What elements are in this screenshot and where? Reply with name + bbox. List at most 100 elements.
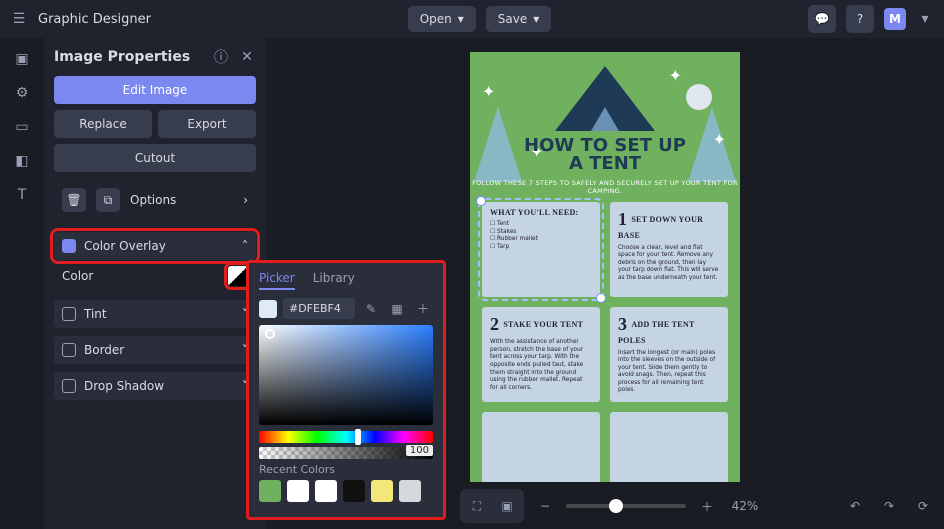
sparkle-icon: ✦ xyxy=(482,82,495,101)
comment-icon: 💬 xyxy=(815,12,830,26)
replace-button[interactable]: Replace xyxy=(54,110,152,138)
chevron-up-icon: ˄ xyxy=(242,239,248,253)
feedback-button[interactable]: 💬 xyxy=(808,5,836,33)
avatar-initial: M xyxy=(889,12,901,26)
top-bar: ☰ Graphic Designer Open ▾ Save ▾ 💬 ? M ▾ xyxy=(0,0,944,38)
tint-label: Tint xyxy=(84,307,234,321)
recent-swatch[interactable] xyxy=(343,480,365,502)
tint-checkbox[interactable] xyxy=(62,307,76,321)
border-label: Border xyxy=(84,343,234,357)
card-step-5[interactable] xyxy=(610,412,728,482)
card-body: ☐ Tent ☐ Stakes ☐ Rubber mallet ☐ Tarp xyxy=(490,221,592,251)
dropshadow-checkbox[interactable] xyxy=(62,379,76,393)
sv-handle[interactable] xyxy=(265,329,275,339)
recent-swatch[interactable] xyxy=(259,480,281,502)
help-icon: ? xyxy=(857,12,863,26)
tent-flap-graphic xyxy=(591,107,619,131)
recent-swatch[interactable] xyxy=(371,480,393,502)
hamburger-icon[interactable]: ☰ xyxy=(10,10,28,28)
save-menu[interactable]: Save ▾ xyxy=(486,6,552,32)
undo-icon[interactable]: ↶ xyxy=(842,493,868,519)
color-overlay-label: Color Overlay xyxy=(84,239,234,253)
sparkle-icon: ✦ xyxy=(669,66,682,85)
recent-swatch[interactable] xyxy=(315,480,337,502)
chevron-down-icon: ▾ xyxy=(458,12,464,26)
add-icon[interactable]: ＋ xyxy=(413,299,433,319)
zoom-out-icon[interactable]: − xyxy=(532,493,558,519)
dropshadow-label: Drop Shadow xyxy=(84,379,234,393)
card-body: With the assistance of another person, s… xyxy=(490,339,592,392)
alpha-value: 100 xyxy=(406,445,433,456)
close-icon[interactable]: ✕ xyxy=(238,48,256,66)
card-body: Insert the longest (or main) poles into … xyxy=(618,350,720,395)
card-heading: STAKE YOUR TENT xyxy=(490,313,592,336)
color-swatch-button[interactable] xyxy=(228,266,248,286)
card-heading: SET DOWN YOUR BASE xyxy=(618,208,720,242)
properties-panel: Image Properties ⓘ ✕ Edit Image Replace … xyxy=(44,38,266,529)
chevron-down-icon: ▾ xyxy=(533,12,539,26)
card-needs[interactable]: WHAT YOU'LL NEED: ☐ Tent ☐ Stakes ☐ Rubb… xyxy=(482,202,600,297)
card-heading: ADD THE TENT POLES xyxy=(618,313,720,347)
doc-title: HOW TO SET UP A TENT xyxy=(470,137,740,173)
edit-image-button[interactable]: Edit Image xyxy=(54,76,256,104)
zoom-handle[interactable] xyxy=(609,499,623,513)
moon-graphic xyxy=(686,84,712,110)
fit-icon[interactable]: ▣ xyxy=(494,493,520,519)
card-step-2[interactable]: STAKE YOUR TENT With the assistance of a… xyxy=(482,307,600,402)
library-tab[interactable]: Library xyxy=(313,271,355,290)
doc-subtitle: FOLLOW THESE 7 STEPS TO SAFELY AND SECUR… xyxy=(470,179,740,195)
card-body: Choose a clear, level and flat space for… xyxy=(618,245,720,283)
card-step-4[interactable] xyxy=(482,412,600,482)
color-label: Color xyxy=(62,269,93,283)
open-menu[interactable]: Open ▾ xyxy=(408,6,476,32)
duplicate-icon[interactable]: ⧉ xyxy=(96,188,120,212)
redo-icon[interactable]: ↷ xyxy=(876,493,902,519)
bottom-toolbar: ⛶ ▣ − ＋ 42% ↶ ↷ ⟳ xyxy=(460,489,936,523)
doc-title-l2: A TENT xyxy=(470,155,740,173)
hue-slider[interactable] xyxy=(259,431,433,443)
tint-section[interactable]: Tint ˅ xyxy=(54,300,256,328)
color-overlay-section[interactable]: Color Overlay ˄ xyxy=(54,232,256,260)
options-row[interactable]: 🗑 ⧉ Options › xyxy=(54,182,256,218)
zoom-slider[interactable] xyxy=(566,504,686,508)
recent-swatch[interactable] xyxy=(287,480,309,502)
options-label: Options xyxy=(130,193,233,207)
info-icon[interactable]: ⓘ xyxy=(212,48,230,66)
card-heading: WHAT YOU'LL NEED: xyxy=(490,208,592,218)
history-icon[interactable]: ⟳ xyxy=(910,493,936,519)
app-title: Graphic Designer xyxy=(38,12,151,27)
border-section[interactable]: Border ˅ xyxy=(54,336,256,364)
hex-input[interactable] xyxy=(283,298,355,319)
avatar[interactable]: M xyxy=(884,8,906,30)
panel-title: Image Properties xyxy=(54,49,204,65)
shapes-tool-icon[interactable]: ◧ xyxy=(13,152,31,170)
adjust-tool-icon[interactable]: ⚙ xyxy=(13,84,31,102)
cutout-button[interactable]: Cutout xyxy=(54,144,256,172)
color-overlay-checkbox[interactable] xyxy=(62,239,76,253)
color-picker-popup: Picker Library ✎ ▦ ＋ 100 Recent Colors xyxy=(246,260,446,520)
document-page[interactable]: ✦ ✦ ✦ ✦ HOW TO SET UP A TENT FOLLOW THES… xyxy=(470,52,740,482)
grid-icon[interactable]: ▦ xyxy=(387,299,407,319)
fullscreen-icon[interactable]: ⛶ xyxy=(464,493,490,519)
zoom-in-icon[interactable]: ＋ xyxy=(694,493,720,519)
recent-colors xyxy=(259,480,433,502)
page-tool-icon[interactable]: ▭ xyxy=(13,118,31,136)
text-tool-icon[interactable]: T xyxy=(13,186,31,204)
trash-icon[interactable]: 🗑 xyxy=(62,188,86,212)
card-step-1[interactable]: SET DOWN YOUR BASE Choose a clear, level… xyxy=(610,202,728,297)
border-checkbox[interactable] xyxy=(62,343,76,357)
dropshadow-section[interactable]: Drop Shadow ˅ xyxy=(54,372,256,400)
card-step-3[interactable]: ADD THE TENT POLES Insert the longest (o… xyxy=(610,307,728,402)
alpha-slider[interactable]: 100 xyxy=(259,447,433,459)
tool-rail: ▣ ⚙ ▭ ◧ T xyxy=(0,38,44,529)
recent-swatch[interactable] xyxy=(399,480,421,502)
hue-handle[interactable] xyxy=(355,429,361,445)
eyedropper-icon[interactable]: ✎ xyxy=(361,299,381,319)
help-button[interactable]: ? xyxy=(846,5,874,33)
zoom-value: 42% xyxy=(728,499,762,513)
image-tool-icon[interactable]: ▣ xyxy=(13,50,31,68)
chevron-down-icon[interactable]: ▾ xyxy=(916,10,934,28)
export-button[interactable]: Export xyxy=(158,110,256,138)
saturation-field[interactable] xyxy=(259,325,433,425)
picker-tab[interactable]: Picker xyxy=(259,271,295,290)
